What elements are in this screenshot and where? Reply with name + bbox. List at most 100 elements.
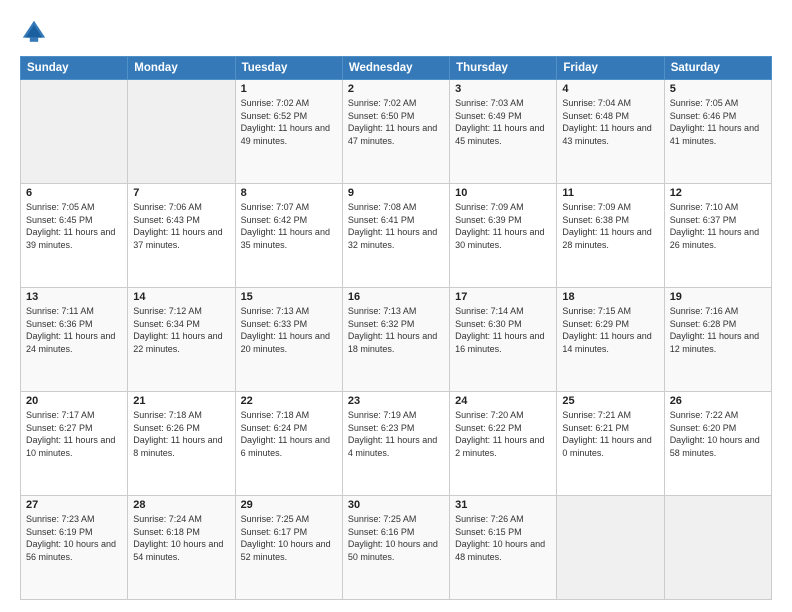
day-info: Sunrise: 7:08 AM Sunset: 6:41 PM Dayligh… [348, 201, 444, 251]
sunset-text: Sunset: 6:42 PM [241, 215, 308, 225]
daylight-text: Daylight: 11 hours and 16 minutes. [455, 331, 544, 354]
calendar-cell: 30 Sunrise: 7:25 AM Sunset: 6:16 PM Dayl… [342, 496, 449, 600]
sunset-text: Sunset: 6:37 PM [670, 215, 737, 225]
sunset-text: Sunset: 6:16 PM [348, 527, 415, 537]
sunset-text: Sunset: 6:24 PM [241, 423, 308, 433]
sunrise-text: Sunrise: 7:05 AM [26, 202, 95, 212]
day-info: Sunrise: 7:05 AM Sunset: 6:45 PM Dayligh… [26, 201, 122, 251]
daylight-text: Daylight: 11 hours and 8 minutes. [133, 435, 222, 458]
calendar-cell [557, 496, 664, 600]
day-number: 29 [241, 499, 337, 511]
weekday-header: Saturday [664, 57, 771, 80]
daylight-text: Daylight: 11 hours and 24 minutes. [26, 331, 115, 354]
sunrise-text: Sunrise: 7:19 AM [348, 410, 417, 420]
day-info: Sunrise: 7:23 AM Sunset: 6:19 PM Dayligh… [26, 513, 122, 563]
day-info: Sunrise: 7:14 AM Sunset: 6:30 PM Dayligh… [455, 305, 551, 355]
day-number: 19 [670, 291, 766, 303]
day-info: Sunrise: 7:12 AM Sunset: 6:34 PM Dayligh… [133, 305, 229, 355]
sunrise-text: Sunrise: 7:04 AM [562, 98, 631, 108]
day-info: Sunrise: 7:21 AM Sunset: 6:21 PM Dayligh… [562, 409, 658, 459]
day-info: Sunrise: 7:20 AM Sunset: 6:22 PM Dayligh… [455, 409, 551, 459]
day-info: Sunrise: 7:25 AM Sunset: 6:17 PM Dayligh… [241, 513, 337, 563]
sunrise-text: Sunrise: 7:15 AM [562, 306, 631, 316]
sunrise-text: Sunrise: 7:26 AM [455, 514, 524, 524]
calendar-cell: 16 Sunrise: 7:13 AM Sunset: 6:32 PM Dayl… [342, 288, 449, 392]
calendar-week: 6 Sunrise: 7:05 AM Sunset: 6:45 PM Dayli… [21, 184, 772, 288]
calendar-cell: 22 Sunrise: 7:18 AM Sunset: 6:24 PM Dayl… [235, 392, 342, 496]
weekday-header: Friday [557, 57, 664, 80]
day-number: 24 [455, 395, 551, 407]
day-info: Sunrise: 7:10 AM Sunset: 6:37 PM Dayligh… [670, 201, 766, 251]
daylight-text: Daylight: 11 hours and 4 minutes. [348, 435, 437, 458]
daylight-text: Daylight: 10 hours and 48 minutes. [455, 539, 545, 562]
day-number: 6 [26, 187, 122, 199]
sunrise-text: Sunrise: 7:03 AM [455, 98, 524, 108]
day-number: 31 [455, 499, 551, 511]
day-number: 27 [26, 499, 122, 511]
sunrise-text: Sunrise: 7:13 AM [241, 306, 310, 316]
sunrise-text: Sunrise: 7:25 AM [348, 514, 417, 524]
calendar-week: 13 Sunrise: 7:11 AM Sunset: 6:36 PM Dayl… [21, 288, 772, 392]
sunrise-text: Sunrise: 7:16 AM [670, 306, 739, 316]
sunset-text: Sunset: 6:52 PM [241, 111, 308, 121]
sunrise-text: Sunrise: 7:23 AM [26, 514, 95, 524]
calendar-cell: 18 Sunrise: 7:15 AM Sunset: 6:29 PM Dayl… [557, 288, 664, 392]
day-number: 15 [241, 291, 337, 303]
sunrise-text: Sunrise: 7:09 AM [455, 202, 524, 212]
day-info: Sunrise: 7:25 AM Sunset: 6:16 PM Dayligh… [348, 513, 444, 563]
daylight-text: Daylight: 11 hours and 35 minutes. [241, 227, 330, 250]
daylight-text: Daylight: 11 hours and 47 minutes. [348, 123, 437, 146]
daylight-text: Daylight: 11 hours and 26 minutes. [670, 227, 759, 250]
calendar-cell: 21 Sunrise: 7:18 AM Sunset: 6:26 PM Dayl… [128, 392, 235, 496]
day-number: 1 [241, 83, 337, 95]
calendar-cell: 23 Sunrise: 7:19 AM Sunset: 6:23 PM Dayl… [342, 392, 449, 496]
calendar-week: 27 Sunrise: 7:23 AM Sunset: 6:19 PM Dayl… [21, 496, 772, 600]
calendar-week: 1 Sunrise: 7:02 AM Sunset: 6:52 PM Dayli… [21, 80, 772, 184]
sunrise-text: Sunrise: 7:24 AM [133, 514, 202, 524]
calendar-cell: 19 Sunrise: 7:16 AM Sunset: 6:28 PM Dayl… [664, 288, 771, 392]
sunset-text: Sunset: 6:43 PM [133, 215, 200, 225]
day-number: 22 [241, 395, 337, 407]
day-info: Sunrise: 7:02 AM Sunset: 6:50 PM Dayligh… [348, 97, 444, 147]
day-info: Sunrise: 7:18 AM Sunset: 6:24 PM Dayligh… [241, 409, 337, 459]
daylight-text: Daylight: 11 hours and 49 minutes. [241, 123, 330, 146]
daylight-text: Daylight: 10 hours and 56 minutes. [26, 539, 116, 562]
sunrise-text: Sunrise: 7:14 AM [455, 306, 524, 316]
sunrise-text: Sunrise: 7:10 AM [670, 202, 739, 212]
day-number: 4 [562, 83, 658, 95]
calendar-cell [664, 496, 771, 600]
sunset-text: Sunset: 6:32 PM [348, 319, 415, 329]
sunrise-text: Sunrise: 7:17 AM [26, 410, 95, 420]
daylight-text: Daylight: 11 hours and 22 minutes. [133, 331, 222, 354]
day-info: Sunrise: 7:07 AM Sunset: 6:42 PM Dayligh… [241, 201, 337, 251]
daylight-text: Daylight: 11 hours and 6 minutes. [241, 435, 330, 458]
sunset-text: Sunset: 6:17 PM [241, 527, 308, 537]
sunset-text: Sunset: 6:18 PM [133, 527, 200, 537]
sunrise-text: Sunrise: 7:05 AM [670, 98, 739, 108]
sunset-text: Sunset: 6:30 PM [455, 319, 522, 329]
sunset-text: Sunset: 6:33 PM [241, 319, 308, 329]
daylight-text: Daylight: 11 hours and 28 minutes. [562, 227, 651, 250]
daylight-text: Daylight: 11 hours and 43 minutes. [562, 123, 651, 146]
calendar-cell: 31 Sunrise: 7:26 AM Sunset: 6:15 PM Dayl… [450, 496, 557, 600]
daylight-text: Daylight: 11 hours and 32 minutes. [348, 227, 437, 250]
header [20, 18, 772, 46]
day-number: 13 [26, 291, 122, 303]
weekday-header: Thursday [450, 57, 557, 80]
sunset-text: Sunset: 6:39 PM [455, 215, 522, 225]
calendar-body: 1 Sunrise: 7:02 AM Sunset: 6:52 PM Dayli… [21, 80, 772, 600]
calendar-cell: 29 Sunrise: 7:25 AM Sunset: 6:17 PM Dayl… [235, 496, 342, 600]
daylight-text: Daylight: 11 hours and 45 minutes. [455, 123, 544, 146]
sunset-text: Sunset: 6:23 PM [348, 423, 415, 433]
sunrise-text: Sunrise: 7:18 AM [241, 410, 310, 420]
calendar-cell: 28 Sunrise: 7:24 AM Sunset: 6:18 PM Dayl… [128, 496, 235, 600]
daylight-text: Daylight: 10 hours and 52 minutes. [241, 539, 331, 562]
day-info: Sunrise: 7:19 AM Sunset: 6:23 PM Dayligh… [348, 409, 444, 459]
sunset-text: Sunset: 6:26 PM [133, 423, 200, 433]
day-number: 5 [670, 83, 766, 95]
daylight-text: Daylight: 11 hours and 30 minutes. [455, 227, 544, 250]
sunset-text: Sunset: 6:19 PM [26, 527, 93, 537]
calendar-cell: 12 Sunrise: 7:10 AM Sunset: 6:37 PM Dayl… [664, 184, 771, 288]
calendar-cell: 3 Sunrise: 7:03 AM Sunset: 6:49 PM Dayli… [450, 80, 557, 184]
daylight-text: Daylight: 11 hours and 39 minutes. [26, 227, 115, 250]
